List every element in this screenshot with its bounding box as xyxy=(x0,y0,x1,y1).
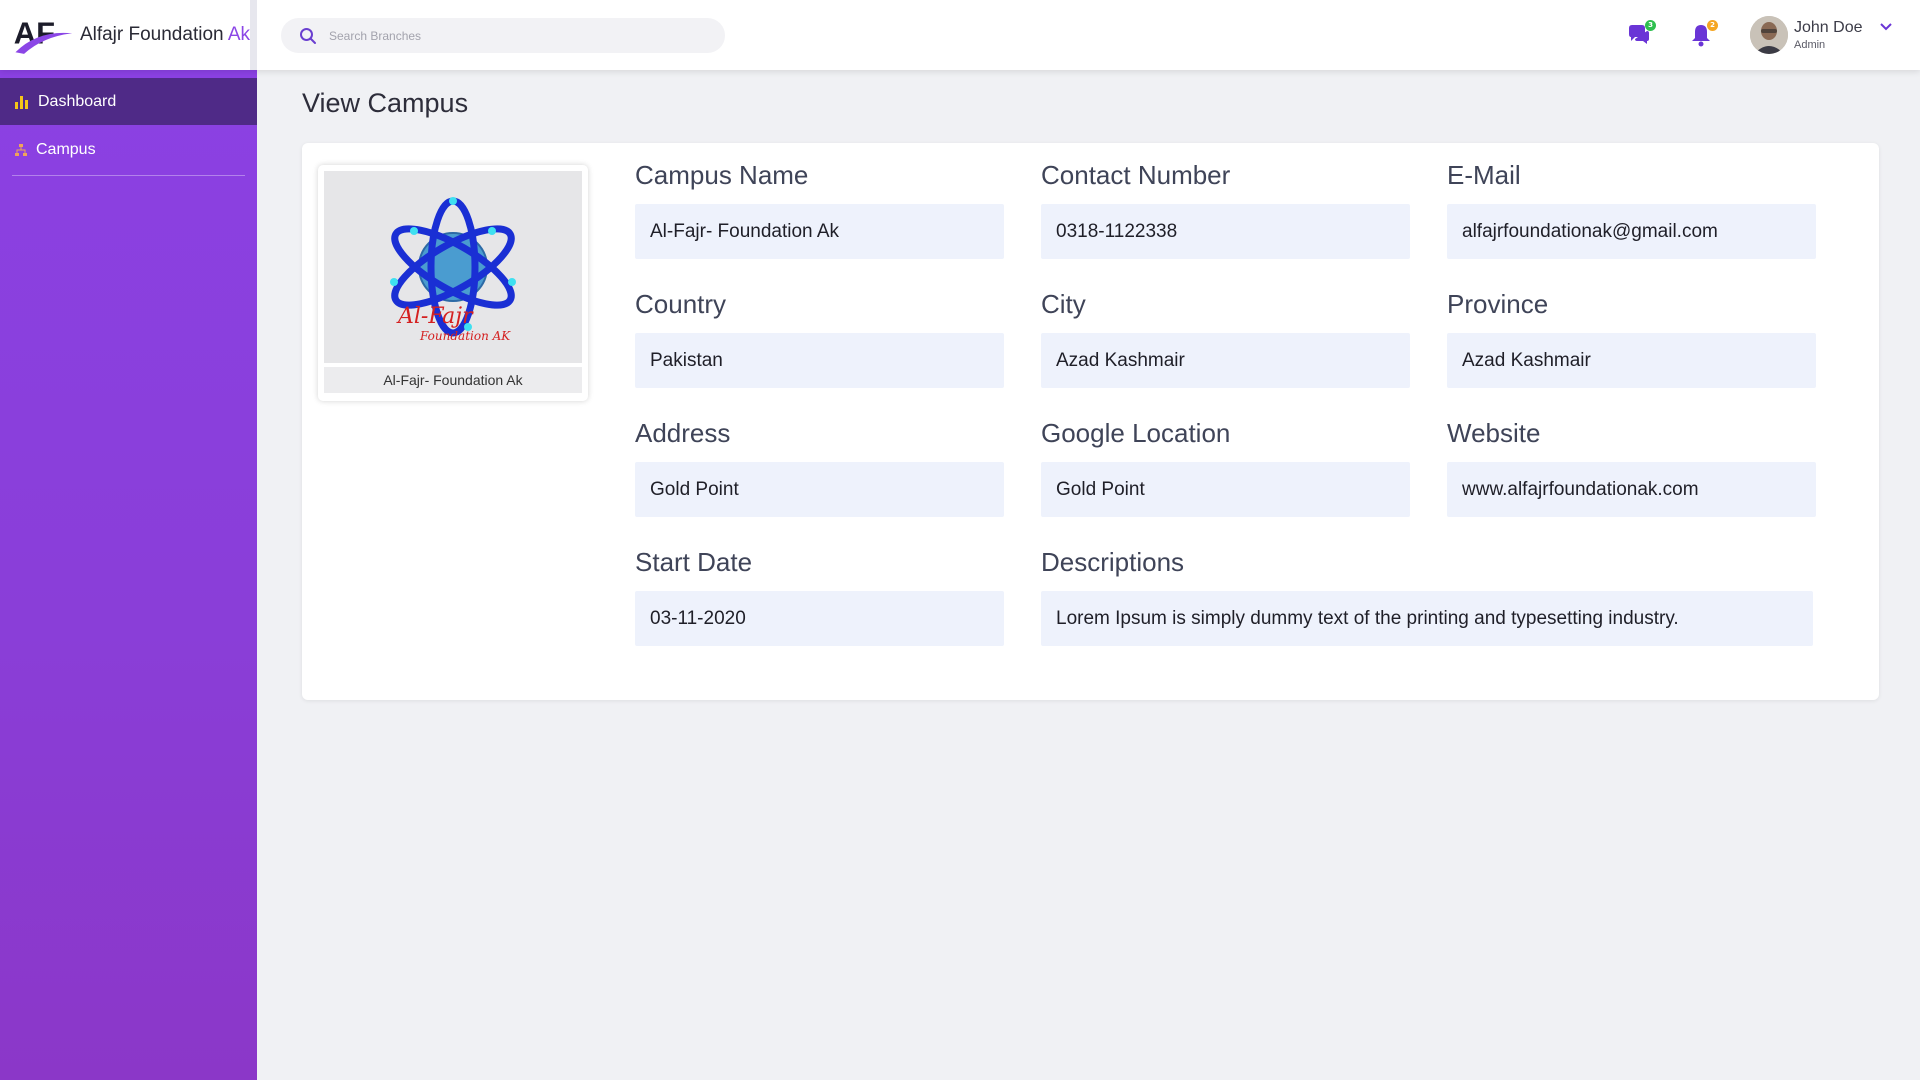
website-label: Website xyxy=(1447,418,1541,448)
city-value: Azad Kashmair xyxy=(1041,333,1410,388)
brand[interactable]: AF Alfajr Foundation Ak xyxy=(0,0,257,70)
bell-badge: 2 xyxy=(1707,20,1718,31)
brand-accent: Ak xyxy=(227,24,250,45)
chevron-down-icon[interactable] xyxy=(1879,22,1893,32)
province-value: Azad Kashmair xyxy=(1447,333,1816,388)
search-bar[interactable] xyxy=(281,18,725,53)
logo-subtext: Foundation AK xyxy=(419,329,511,343)
user-menu[interactable]: John Doe Admin xyxy=(1750,14,1893,56)
descriptions-label: Descriptions xyxy=(1041,547,1185,577)
province-label: Province xyxy=(1447,289,1549,319)
search-icon xyxy=(300,27,316,44)
start-date-value: 03-11-2020 xyxy=(635,591,1004,646)
messages-button[interactable]: 3 xyxy=(1626,20,1656,50)
sidebar: Dashboard Campus xyxy=(0,70,257,1080)
email-value: alfajrfoundationak@gmail.com xyxy=(1447,204,1816,259)
address-label: Address xyxy=(635,418,731,448)
campus-name-value: Al-Fajr- Foundation Ak xyxy=(635,204,1004,259)
google-location-label: Google Location xyxy=(1041,418,1231,448)
photo-caption: Al-Fajr- Foundation Ak xyxy=(324,367,582,393)
page-title: View Campus xyxy=(302,88,469,118)
contact-number-value: 0318-1122338 xyxy=(1041,204,1410,259)
city-label: City xyxy=(1041,289,1086,319)
brand-logo: AF xyxy=(14,16,73,54)
chat-badge: 3 xyxy=(1645,20,1656,31)
bar-chart-icon xyxy=(15,95,28,109)
sidebar-item-dashboard[interactable]: Dashboard xyxy=(0,78,257,125)
address-value: Gold Point xyxy=(635,462,1004,517)
google-location-value: Gold Point xyxy=(1041,462,1410,517)
contact-number-label: Contact Number xyxy=(1041,160,1231,190)
sidebar-divider xyxy=(12,175,245,176)
country-value: Pakistan xyxy=(635,333,1004,388)
brand-name: Alfajr Foundation Ak xyxy=(79,24,250,45)
campus-name-label: Campus Name xyxy=(635,160,809,190)
avatar xyxy=(1750,16,1788,54)
country-label: Country xyxy=(635,289,727,319)
campus-details-card: Al-Fajr Foundation AK Al-Fajr- Foundatio… xyxy=(302,143,1879,700)
sidebar-item-campus[interactable]: Campus xyxy=(0,125,257,175)
website-value: www.alfajrfoundationak.com xyxy=(1447,462,1816,517)
sidebar-item-label: Campus xyxy=(36,141,96,158)
sidebar-item-label: Dashboard xyxy=(38,92,117,110)
logo-text: Al-Fajr xyxy=(396,304,474,329)
start-date-label: Start Date xyxy=(635,547,753,577)
descriptions-value: Lorem Ipsum is simply dummy text of the … xyxy=(1041,591,1813,646)
sitemap-icon xyxy=(15,144,27,156)
user-name: John Doe xyxy=(1794,19,1863,36)
notifications-button[interactable]: 2 xyxy=(1688,20,1718,50)
campus-photo-card: Al-Fajr Foundation AK Al-Fajr- Foundatio… xyxy=(318,165,588,401)
search-input[interactable] xyxy=(329,28,709,43)
campus-logo-image: Al-Fajr Foundation AK xyxy=(324,171,582,363)
email-label: E-Mail xyxy=(1447,160,1521,190)
user-role: Admin xyxy=(1794,39,1826,51)
campus-logo-graphic: Al-Fajr Foundation AK xyxy=(390,197,516,343)
top-header: AF Alfajr Foundation Ak 3 2 xyxy=(0,0,1920,70)
